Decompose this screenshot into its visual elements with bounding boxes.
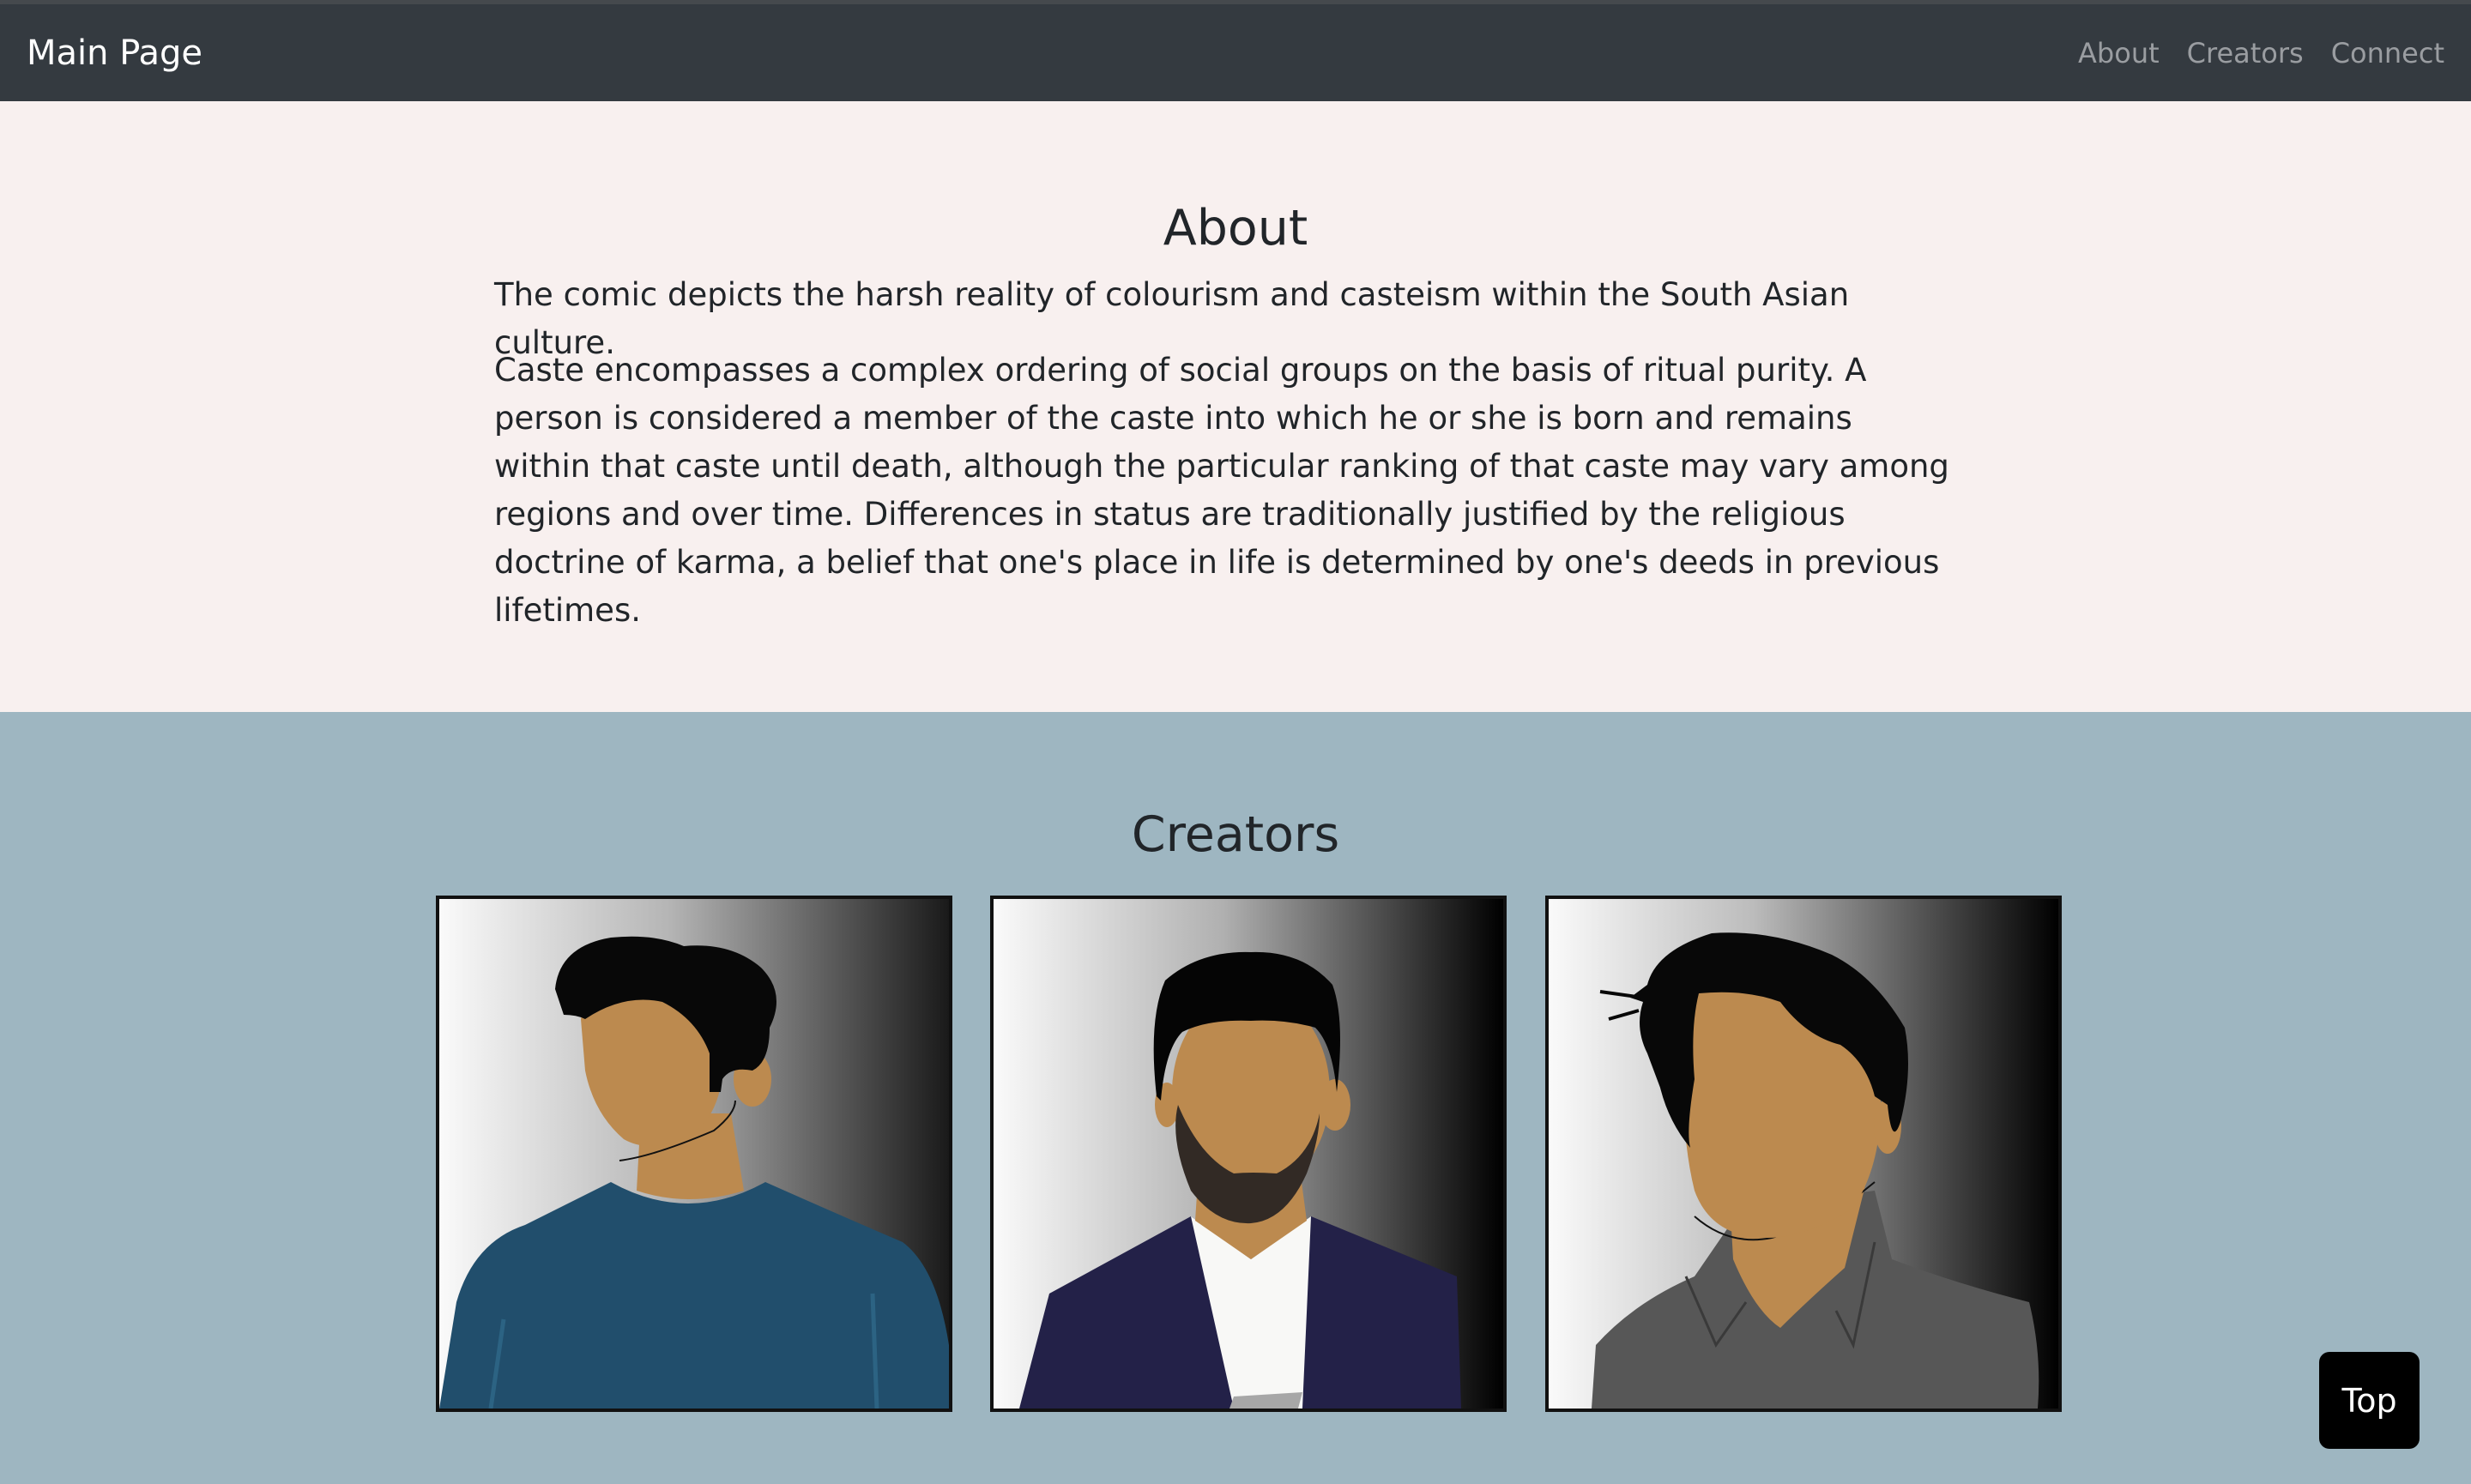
nav-links: About Creators Connect (2078, 37, 2444, 69)
nav-link-connect[interactable]: Connect (2331, 37, 2444, 69)
nav-link-creators[interactable]: Creators (2187, 37, 2304, 69)
nav-link-about[interactable]: About (2078, 37, 2160, 69)
creator-portrait-navy-suit-icon (994, 899, 1503, 1409)
creator-portrait-gray-shirt-icon (1549, 899, 2058, 1409)
creators-heading: Creators (1131, 806, 1340, 863)
about-heading: About (1163, 200, 1308, 256)
creators-section: Creators (0, 712, 2471, 1484)
creator-card-3 (1545, 896, 2062, 1412)
about-section: About The comic depicts the harsh realit… (0, 101, 2471, 712)
navbar: Main Page About Creators Connect (0, 4, 2471, 101)
brand-link[interactable]: Main Page (27, 33, 202, 73)
back-to-top-button[interactable]: Top (2319, 1352, 2420, 1449)
about-caste-paragraph: Caste encompasses a complex ordering of … (494, 352, 1949, 629)
creator-card-1 (436, 896, 952, 1412)
creator-portrait-blue-sweater-icon (439, 899, 949, 1409)
creator-card-2 (990, 896, 1507, 1412)
